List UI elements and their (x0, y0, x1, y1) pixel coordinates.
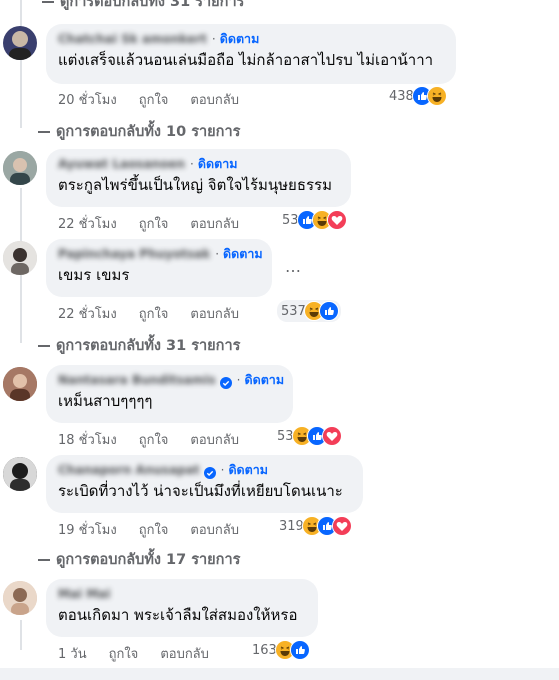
comment-bubble: Papinchaya Phuyotsak · ดิดตาม เขมร เขมร (46, 239, 272, 297)
view-replies-button[interactable]: ดูการตอบกลับทั้ง 31 รายการ (38, 334, 240, 357)
thread-line (20, 620, 22, 650)
like-button[interactable]: ถูกใจ (139, 429, 169, 450)
comment-bubble: Chatchai Sk amonkert · ดิดตาม แต่งเสร็จแ… (46, 24, 456, 84)
comment-text: เขมร เขมร (58, 266, 130, 284)
reaction-summary[interactable]: 319 (279, 516, 352, 536)
love-icon (321, 426, 342, 446)
comment-text: แต่งเสร็จแล้วนอนเล่นมือถือ ไม่กล้าอาสาไป… (58, 51, 434, 69)
dash-icon (42, 0, 54, 3)
commenter-name[interactable]: Ayuwat Laosanoen (58, 157, 185, 171)
more-options-button[interactable]: … (285, 257, 302, 276)
reaction-summary[interactable]: 53 (277, 426, 342, 446)
comment-bubble: Mai Mai ตอนเกิดมา พระเจ้าลืมใส่สมองให้หร… (46, 579, 318, 637)
comment-actions: 18 ชั่วโมง ถูกใจ ตอบกลับ (58, 429, 261, 450)
view-replies-button[interactable]: ดูการตอบกลับทั้ง 17 รายการ (38, 548, 240, 571)
like-button[interactable]: ถูกใจ (109, 643, 139, 664)
bottom-scroll-edge (0, 668, 559, 680)
avatar[interactable] (3, 26, 37, 60)
reply-button[interactable]: ตอบกลับ (160, 643, 209, 664)
comment-text: ตอนเกิดมา พระเจ้าลืมใส่สมองให้หรอ (58, 606, 298, 624)
view-replies-top[interactable]: ดูการตอบกลับทั้ง 31 รายการ (42, 0, 244, 13)
separator-dot: · (211, 32, 216, 46)
avatar[interactable] (3, 367, 37, 401)
comment-actions: 1 วัน ถูกใจ ตอบกลับ (58, 643, 231, 664)
reaction-count: 537 (281, 303, 306, 319)
separator-dot: · (215, 247, 220, 261)
follow-button[interactable]: ดิดตาม (198, 154, 238, 174)
like-button[interactable]: ถูกใจ (139, 519, 169, 540)
view-replies-label: ดูการตอบกลับทั้ง 31 รายการ (56, 338, 241, 354)
comment-actions: 22 ชั่วโมง ถูกใจ ตอบกลับ (58, 303, 261, 324)
reaction-count: 438 (389, 88, 414, 104)
reply-button[interactable]: ตอบกลับ (190, 89, 239, 110)
reaction-summary[interactable]: 163 (252, 640, 310, 660)
follow-button[interactable]: ดิดตาม (228, 460, 268, 480)
like-button[interactable]: ถูกใจ (139, 213, 169, 234)
avatar-photo-icon (3, 241, 37, 275)
reaction-summary[interactable]: 438 (389, 86, 447, 106)
dash-icon (38, 558, 50, 561)
reply-button[interactable]: ตอบกลับ (190, 519, 239, 540)
timestamp[interactable]: 22 ชั่วโมง (58, 303, 117, 324)
like-button[interactable]: ถูกใจ (139, 303, 169, 324)
commenter-name[interactable]: Chanaporn Anusapat (58, 463, 200, 477)
timestamp[interactable]: 18 ชั่วโมง (58, 429, 117, 450)
commenter-name[interactable]: Papinchaya Phuyotsak (58, 247, 210, 261)
avatar-photo-icon (3, 367, 37, 401)
love-icon (326, 210, 347, 230)
comment-bubble: Ayuwat Laosanoen · ดิดตาม ตระกูลไพร่ขึ้น… (46, 149, 351, 207)
timestamp[interactable]: 22 ชั่วโมง (58, 213, 117, 234)
timestamp[interactable]: 20 ชั่วโมง (58, 89, 117, 110)
separator-dot: · (190, 157, 194, 171)
reaction-count: 319 (279, 518, 304, 534)
dash-icon (38, 130, 50, 133)
comment-bubble: Nantasara Bunditsamis · ดิดตาม เหม็นสาบๆ… (46, 365, 293, 423)
avatar[interactable] (3, 151, 37, 185)
haha-icon (426, 86, 447, 106)
avatar[interactable] (3, 581, 37, 615)
comment-text: เหม็นสาบๆๆๆๆ (58, 392, 153, 410)
follow-button[interactable]: ดิดตาม (220, 29, 260, 49)
like-button[interactable]: ถูกใจ (139, 89, 169, 110)
verified-badge-icon (219, 374, 232, 389)
avatar-photo-icon (9, 31, 31, 60)
dash-icon (38, 344, 50, 347)
timestamp[interactable]: 1 วัน (58, 643, 87, 664)
view-replies-label: ดูการตอบกลับทั้ง 10 รายการ (56, 124, 241, 140)
comment-actions: 22 ชั่วโมง ถูกใจ ตอบกลับ (58, 213, 261, 234)
avatar[interactable] (3, 457, 37, 491)
commenter-name[interactable]: Mai Mai (58, 587, 110, 601)
separator-dot: · (236, 373, 241, 387)
avatar-photo-icon (3, 151, 37, 185)
reaction-count: 163 (252, 642, 277, 658)
view-replies-label: ดูการตอบกลับทั้ง 31 รายการ (60, 0, 245, 10)
follow-button[interactable]: ดิดตาม (223, 244, 263, 264)
comment-bubble: Chanaporn Anusapat · ดิดตาม ระเบิดที่วาง… (46, 455, 363, 513)
reaction-summary[interactable]: 537 (277, 300, 341, 322)
reply-button[interactable]: ตอบกลับ (190, 213, 239, 234)
reply-button[interactable]: ตอบกลับ (190, 429, 239, 450)
like-icon (318, 301, 339, 321)
comment-actions: 20 ชั่วโมง ถูกใจ ตอบกลับ (58, 89, 261, 110)
avatar-photo-icon (3, 457, 37, 491)
follow-button[interactable]: ดิดตาม (244, 370, 284, 390)
reaction-summary[interactable]: 53 (282, 210, 347, 230)
comment-actions: 19 ชั่วโมง ถูกใจ ตอบกลับ (58, 519, 261, 540)
avatar-photo-icon (3, 581, 37, 615)
timestamp[interactable]: 19 ชั่วโมง (58, 519, 117, 540)
like-icon (289, 640, 310, 660)
love-icon (331, 516, 352, 536)
avatar[interactable] (3, 241, 37, 275)
separator-dot: · (220, 463, 225, 477)
commenter-name[interactable]: Nantasara Bunditsamis (58, 373, 216, 387)
view-replies-button[interactable]: ดูการตอบกลับทั้ง 10 รายการ (38, 120, 240, 143)
view-replies-label: ดูการตอบกลับทั้ง 17 รายการ (56, 552, 241, 568)
comment-text: ระเบิดที่วางไว้ น่าจะเป็นมึงที่เหยียบโดน… (58, 482, 343, 500)
comment-text: ตระกูลไพร่ขึ้นเป็นใหญ่ จิตใจไร้มนุษยธรรม (58, 176, 333, 194)
verified-badge-icon (203, 464, 216, 479)
reply-button[interactable]: ตอบกลับ (190, 303, 239, 324)
thread-line (20, 0, 22, 128)
commenter-name[interactable]: Chatchai Sk amonkert (58, 32, 207, 46)
